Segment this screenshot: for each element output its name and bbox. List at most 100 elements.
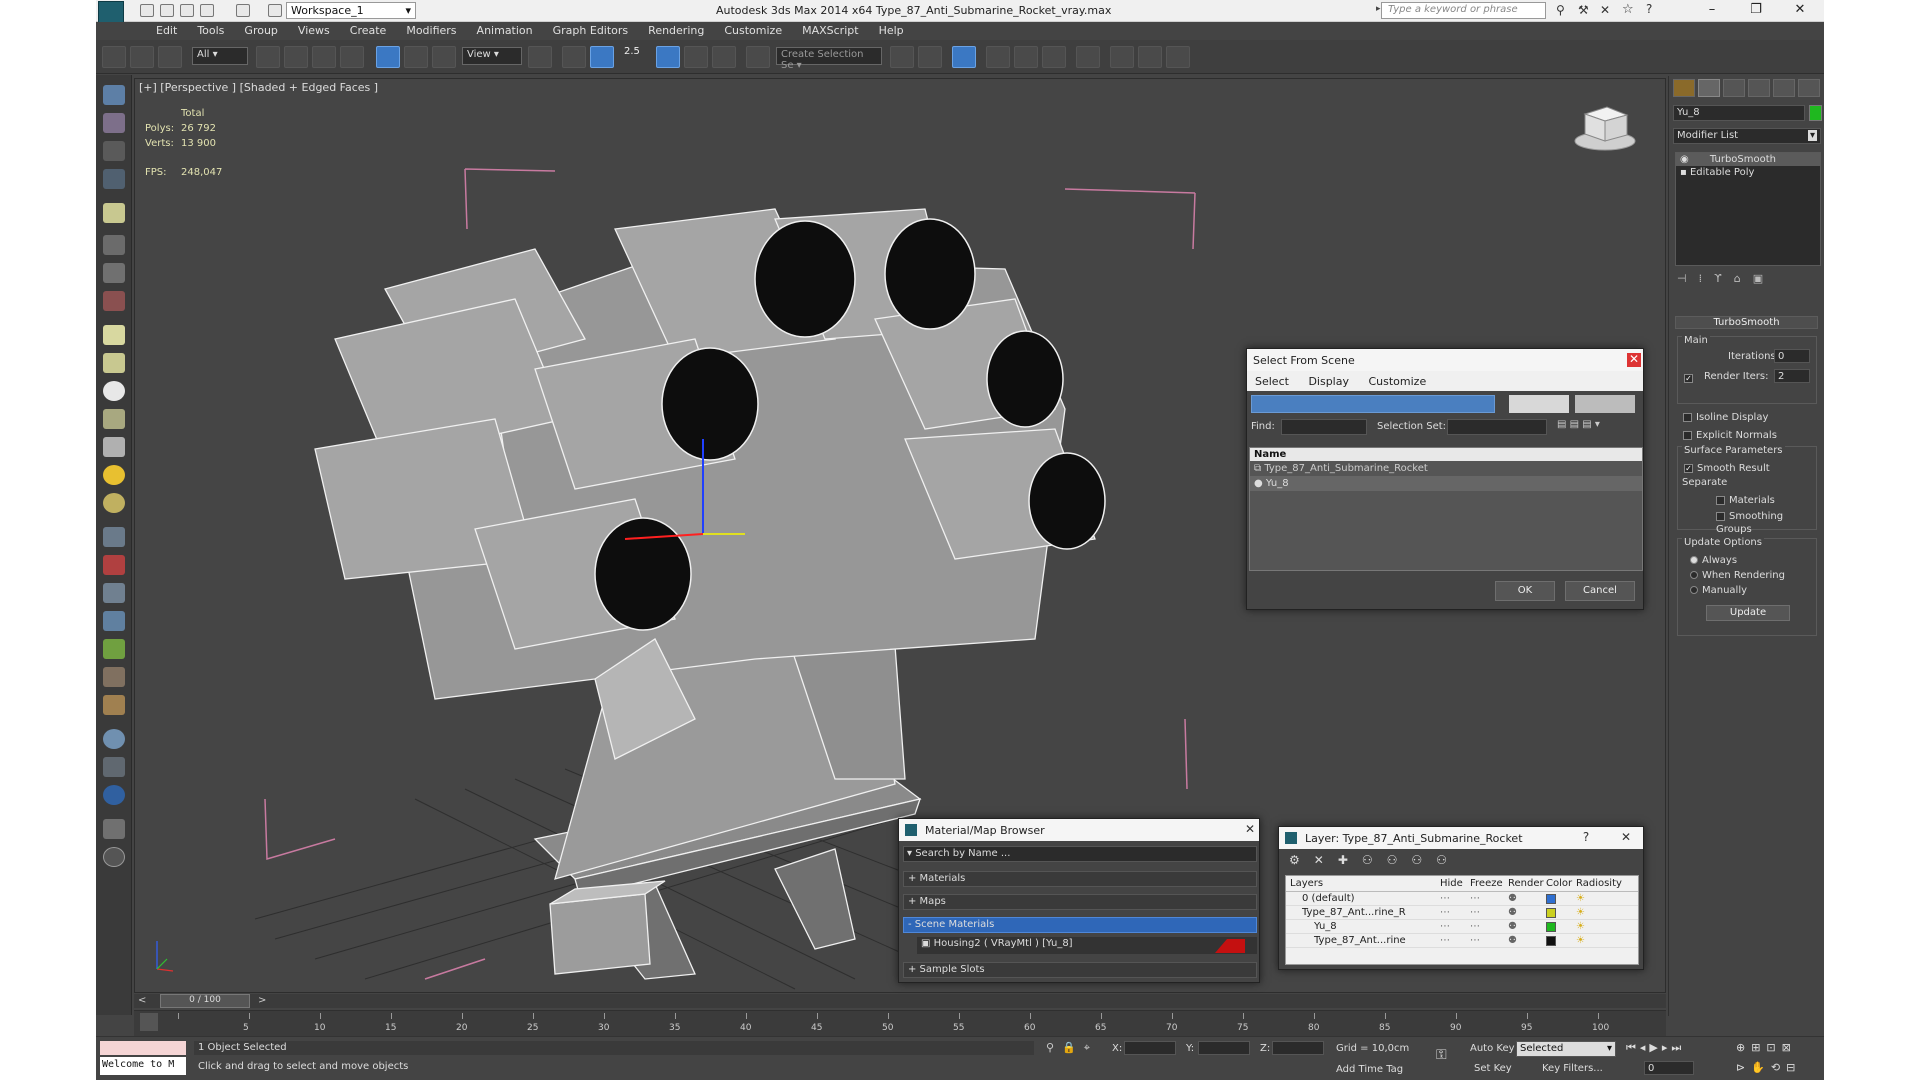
select-menu-select[interactable]: Select bbox=[1255, 375, 1289, 388]
percent-snap-icon[interactable] bbox=[684, 46, 708, 68]
layer-color-swatch[interactable] bbox=[1546, 907, 1556, 918]
menu-create[interactable]: Create bbox=[340, 22, 397, 40]
select-menu-display[interactable]: Display bbox=[1308, 375, 1349, 388]
viewport-layout-icon[interactable] bbox=[103, 85, 125, 105]
material-browser-close-icon[interactable]: ✕ bbox=[1243, 823, 1257, 837]
menu-edit[interactable]: Edit bbox=[146, 22, 187, 40]
cloth-icon[interactable] bbox=[103, 695, 125, 715]
layer-color-swatch[interactable] bbox=[1546, 921, 1556, 932]
new-file-icon[interactable] bbox=[140, 4, 154, 17]
named-selection-set-dropdown[interactable]: Create Selection Se ▾ bbox=[776, 47, 882, 71]
key-icon[interactable]: ⚿ bbox=[1436, 1047, 1447, 1063]
menu-rendering[interactable]: Rendering bbox=[638, 22, 714, 40]
layer-hide-toggle[interactable]: ⋯ bbox=[1440, 935, 1470, 946]
box-primitive-icon[interactable] bbox=[103, 325, 125, 345]
create-tab-icon[interactable] bbox=[1673, 79, 1695, 97]
object-name-field[interactable]: Yu_8 bbox=[1673, 105, 1805, 121]
help-icon[interactable]: ? bbox=[1646, 2, 1652, 16]
cancel-button[interactable]: Cancel bbox=[1565, 581, 1635, 601]
layer-freeze-toggle[interactable]: ⋯ bbox=[1470, 907, 1508, 918]
materials-checkbox[interactable] bbox=[1716, 495, 1725, 505]
search-arrow-icon[interactable]: ▸ bbox=[1376, 4, 1381, 14]
viewcube-icon[interactable] bbox=[1574, 106, 1636, 151]
maximize-button[interactable]: ❐ bbox=[1736, 0, 1776, 22]
select-and-scale-icon[interactable] bbox=[432, 46, 456, 68]
maxscript-mini-listener[interactable]: Welcome to M bbox=[100, 1057, 186, 1075]
key-mode-dropdown[interactable]: Selected ▾ bbox=[1516, 1041, 1616, 1057]
torus-primitive-icon[interactable] bbox=[103, 409, 125, 429]
layer-manager-icon[interactable] bbox=[952, 46, 976, 68]
layer-radiosity-icon[interactable]: ☀ bbox=[1576, 893, 1585, 904]
layer-color-swatch[interactable] bbox=[1546, 893, 1556, 904]
undo-icon[interactable] bbox=[200, 4, 214, 17]
viewport-navigation-icons[interactable]: ⊕⊞⊡⊠ bbox=[1736, 1041, 1797, 1054]
layer-render-toggle[interactable]: ⚉ bbox=[1508, 907, 1546, 918]
layer-render-toggle[interactable]: ⚉ bbox=[1508, 893, 1546, 904]
menu-modifiers[interactable]: Modifiers bbox=[396, 22, 466, 40]
curve-editor-mini-icon[interactable] bbox=[140, 1013, 158, 1031]
app-logo-icon[interactable] bbox=[98, 1, 124, 23]
scene-explorer-icon[interactable] bbox=[103, 141, 125, 161]
window-crossing-icon[interactable] bbox=[340, 46, 364, 68]
effects-icon[interactable] bbox=[103, 757, 125, 777]
col-render[interactable]: Render bbox=[1508, 878, 1546, 889]
workspace-dropdown[interactable]: Workspace_1 ▾ bbox=[286, 2, 416, 19]
group-sample-slots[interactable]: + Sample Slots bbox=[903, 962, 1257, 978]
globe-icon[interactable] bbox=[103, 785, 125, 805]
curve-editor-icon[interactable] bbox=[1014, 46, 1038, 68]
selection-filter-dropdown[interactable]: All ▾ bbox=[192, 47, 248, 65]
find-input[interactable] bbox=[1281, 419, 1367, 435]
object-color-swatch[interactable] bbox=[1809, 105, 1822, 121]
scene-material-item[interactable]: ▣ Housing2 ( VRayMtl ) [Yu_8] bbox=[917, 937, 1257, 954]
spinner-snap-icon[interactable] bbox=[712, 46, 736, 68]
layer-hide-toggle[interactable]: ⋯ bbox=[1440, 893, 1470, 904]
helper-icon[interactable] bbox=[103, 235, 125, 255]
playback-controls-icons[interactable]: ⏮◂▶▸⏭ bbox=[1626, 1041, 1685, 1055]
layer-render-toggle[interactable]: ⚉ bbox=[1508, 935, 1546, 946]
hf-icon[interactable] bbox=[103, 667, 125, 687]
layer-freeze-toggle[interactable]: ⋯ bbox=[1470, 921, 1508, 932]
update-button[interactable]: Update bbox=[1706, 605, 1790, 621]
schematic-view-icon[interactable] bbox=[1042, 46, 1066, 68]
unlink-icon[interactable] bbox=[130, 46, 154, 68]
list-view-icons[interactable] bbox=[1509, 395, 1569, 413]
manually-radio[interactable] bbox=[1690, 586, 1698, 594]
environment-icon[interactable] bbox=[103, 729, 125, 749]
material-search-input[interactable]: ▾ Search by Name ... bbox=[903, 846, 1257, 862]
stack-controls[interactable]: ⊣⁞ϒ⌂▣ bbox=[1677, 272, 1775, 285]
select-manipulate-icon[interactable] bbox=[562, 46, 586, 68]
select-and-move-icon[interactable] bbox=[376, 46, 400, 68]
particle-system-icon[interactable] bbox=[103, 527, 125, 547]
grid-icon[interactable] bbox=[103, 169, 125, 189]
time-slider[interactable]: < 0 / 100 > bbox=[134, 994, 1666, 1008]
edit-named-selection-icon[interactable] bbox=[746, 46, 770, 68]
sun-light-icon[interactable] bbox=[103, 465, 125, 485]
render-iters-spinner[interactable]: 2 bbox=[1774, 369, 1810, 383]
layer-dialog-close-icon[interactable]: ✕ bbox=[1619, 831, 1633, 845]
turbosmooth-rollout-header[interactable]: TurboSmooth bbox=[1675, 316, 1818, 329]
viewport-navigation-icons-2[interactable]: ⊳✋⟲⊟ bbox=[1736, 1061, 1801, 1074]
name-column-header[interactable]: Name bbox=[1250, 448, 1642, 461]
menu-customize[interactable]: Customize bbox=[714, 22, 792, 40]
smoothing-groups-checkbox[interactable] bbox=[1716, 511, 1725, 521]
rectangular-selection-icon[interactable] bbox=[312, 46, 336, 68]
ok-button[interactable]: OK bbox=[1495, 581, 1555, 601]
menu-animation[interactable]: Animation bbox=[467, 22, 543, 40]
help-circle-icon[interactable] bbox=[103, 847, 125, 867]
menu-help[interactable]: Help bbox=[869, 22, 914, 40]
close-button[interactable]: ✕ bbox=[1780, 0, 1820, 22]
snap-toggle-label[interactable]: 2.5 bbox=[624, 46, 640, 57]
layer-row[interactable]: 0 (default) ⋯ ⋯ ⚉ ☀ bbox=[1286, 892, 1638, 906]
subscription-icon[interactable]: ⚒ bbox=[1578, 3, 1589, 17]
z-coord-field[interactable] bbox=[1272, 1041, 1324, 1055]
track-bar[interactable]: 5 10 15 20 25 30 35 40 45 50 55 60 65 70 75 80 85 90 95 100 bbox=[134, 1010, 1666, 1036]
render-setup-icon[interactable] bbox=[1110, 46, 1134, 68]
dynamics-icon[interactable] bbox=[103, 555, 125, 575]
modifier-list-dropdown[interactable]: Modifier List ▾ bbox=[1673, 128, 1821, 144]
col-layers[interactable]: Layers bbox=[1290, 878, 1440, 889]
group-maps[interactable]: + Maps bbox=[903, 894, 1257, 910]
search-input[interactable]: Type a keyword or phrase bbox=[1381, 2, 1546, 19]
project-folder-icon[interactable] bbox=[268, 4, 282, 17]
motion-tab-icon[interactable] bbox=[1748, 79, 1770, 97]
graphite-ribbon-icon[interactable] bbox=[986, 46, 1010, 68]
